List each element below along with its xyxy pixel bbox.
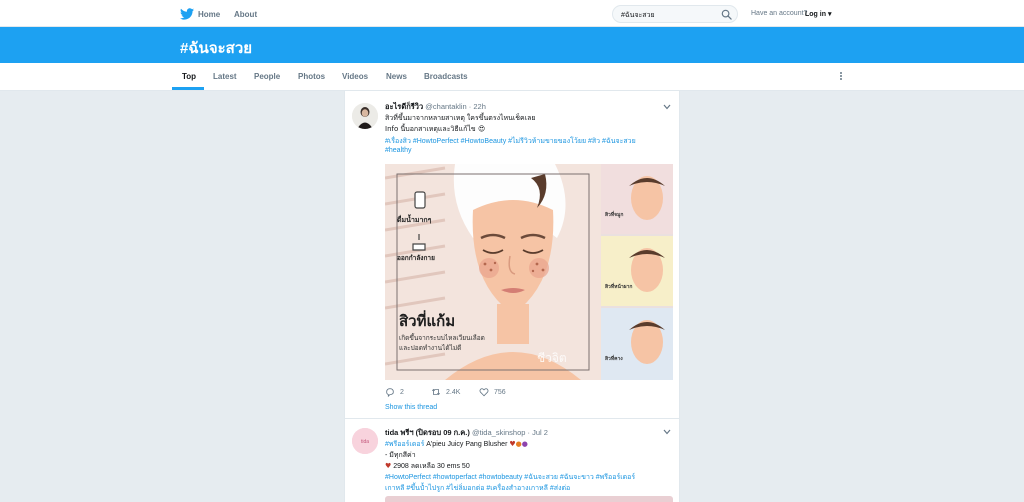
header-separator: ·: [527, 428, 531, 437]
reply-button[interactable]: 2: [385, 387, 404, 397]
tweet-hashtags[interactable]: #HowtoPerfect #howtoperfact #howtobeauty…: [385, 472, 635, 483]
avatar[interactable]: tida: [352, 428, 378, 454]
infographic-caption: เกิดขึ้นจากระบบไหลเวียนเลือด: [399, 333, 485, 342]
side-panel-label: สิวที่หน้าผาก: [605, 282, 632, 290]
home-link[interactable]: Home: [180, 6, 220, 22]
retweet-icon: [431, 388, 441, 396]
side-panel-label: สิวที่จมูก: [605, 210, 623, 219]
exercise-label: ออกกำลังกาย: [397, 254, 435, 262]
chevron-down-icon[interactable]: [663, 429, 671, 435]
infographic-headline: สิวที่แก้ม: [399, 310, 455, 330]
search-icon[interactable]: [721, 9, 732, 20]
user-avatar-icon: [352, 103, 378, 129]
tab-top[interactable]: Top: [182, 72, 196, 81]
chevron-down-icon: ▾: [827, 11, 832, 18]
tweet-author-name[interactable]: อะไรดีก็รีวิว: [385, 102, 423, 111]
tweet-author-handle[interactable]: @chantaklin: [425, 102, 466, 111]
header-separator: ·: [468, 102, 472, 111]
price-text: 2908 ลดเหลือ 30 ems 50: [393, 463, 470, 470]
top-navigation: Home About #ฉันจะสวย Have an account? Lo…: [0, 0, 1024, 27]
like-button[interactable]: 756: [479, 387, 506, 397]
product-name: A'pieu Juicy Pang Blusher: [426, 441, 508, 448]
about-link[interactable]: About: [234, 10, 257, 19]
tweet-time[interactable]: Jul 2: [532, 428, 548, 437]
login-label: Log in: [805, 11, 826, 18]
tweet-header: อะไรดีก็รีวิว @chantaklin · 22h: [385, 101, 486, 113]
search-input[interactable]: #ฉันจะสวย: [612, 5, 738, 23]
svg-text:tida: tida: [361, 439, 369, 445]
like-count: 756: [494, 388, 506, 396]
tab-people[interactable]: People: [254, 72, 280, 81]
avatar[interactable]: [352, 103, 378, 129]
tweet-text-line: Info นี้บอกสาเหตุและวิธีแก้ไข 😍: [385, 125, 486, 133]
infographic-watermark: ชีวจิต: [537, 351, 567, 365]
tweet-text-line: ♥ 2908 ลดเหลือ 30 ems 50: [385, 461, 470, 472]
tweet-author-handle[interactable]: @tida_skinshop: [472, 428, 525, 437]
tweet[interactable]: tida tida พรีฯ (ปิดรอบ 09 ก.ค.) @tida_sk…: [345, 419, 679, 502]
banner-title: #ฉันจะสวย: [180, 40, 253, 57]
tweet-actions: 2 2.4K 756: [385, 387, 585, 399]
twitter-bird-icon: [180, 8, 194, 20]
search-banner: #ฉันจะสวย: [0, 27, 1024, 63]
tab-broadcasts[interactable]: Broadcasts: [424, 72, 468, 81]
reply-count: 2: [400, 388, 404, 396]
retweet-count: 2.4K: [446, 388, 461, 396]
tweet-author-name[interactable]: tida พรีฯ (ปิดรอบ 09 ก.ค.): [385, 428, 470, 437]
tab-latest[interactable]: Latest: [213, 72, 237, 81]
search-tabs: Top Latest People Photos Videos News Bro…: [0, 63, 1024, 91]
login-link[interactable]: Log in ▾: [805, 10, 831, 18]
tweet-hashtags[interactable]: เกาหลี #ขึ้นป้ำไปรูก #ไข่ลิ่มอกต่อ #เครื…: [385, 483, 570, 494]
heart-emoji-icon: ♥: [385, 462, 392, 470]
tab-news[interactable]: News: [386, 72, 407, 81]
acne-infographic-image: ดื่มน้ำมากๆ ออกกำลังกาย สิวที่แก้ม เกิดข…: [385, 164, 673, 380]
active-tab-indicator: [172, 87, 204, 90]
more-options-icon[interactable]: [838, 71, 844, 83]
home-label: Home: [198, 9, 221, 19]
reply-icon: [386, 388, 394, 397]
tweet-hashtags[interactable]: #เรื่องสิว #HowtoPerfect #HowtoBeauty #ไ…: [385, 136, 636, 147]
tweet-image-preview[interactable]: [385, 496, 673, 502]
tweet-text-line: #พรีออร์เดอร์ A'pieu Juicy Pang Blusher …: [385, 439, 528, 450]
search-timeline: อะไรดีก็รีวิว @chantaklin · 22h สิวที่ขึ…: [344, 91, 680, 502]
preorder-hashtag[interactable]: #พรีออร์เดอร์: [385, 441, 424, 448]
tweet-text-line: - มีทุกสีค่า: [385, 452, 416, 459]
tweet-image[interactable]: ดื่มน้ำมากๆ ออกกำลังกาย สิวที่แก้ม เกิดข…: [385, 164, 673, 380]
tab-videos[interactable]: Videos: [342, 72, 368, 81]
tweet-hashtags[interactable]: #healthy: [385, 147, 411, 154]
tweet-header: tida พรีฯ (ปิดรอบ 09 ก.ค.) @tida_skinsho…: [385, 427, 548, 439]
show-thread-link[interactable]: Show this thread: [385, 404, 437, 411]
tab-photos[interactable]: Photos: [298, 72, 325, 81]
tweet-time[interactable]: 22h: [473, 102, 486, 111]
chevron-down-icon[interactable]: [663, 104, 671, 110]
tweet[interactable]: อะไรดีก็รีวิว @chantaklin · 22h สิวที่ขึ…: [345, 91, 679, 419]
fruit-emoji-icons: ♥●●: [509, 440, 528, 448]
side-panel-label: สิวที่คาง: [605, 354, 623, 362]
search-query: #ฉันจะสวย: [621, 12, 655, 19]
account-prompt: Have an account?: [751, 10, 808, 17]
infographic-caption: และปอดทำงานได้ไม่ดี: [399, 344, 461, 352]
retweet-button[interactable]: 2.4K: [431, 387, 460, 397]
shop-logo-icon: tida: [352, 428, 378, 454]
heart-icon: [479, 388, 489, 397]
tweet-text-line: สิวที่ขึ้นมาจากหลายสาเหตุ ใครขึ้นตรงไหนเ…: [385, 115, 536, 122]
